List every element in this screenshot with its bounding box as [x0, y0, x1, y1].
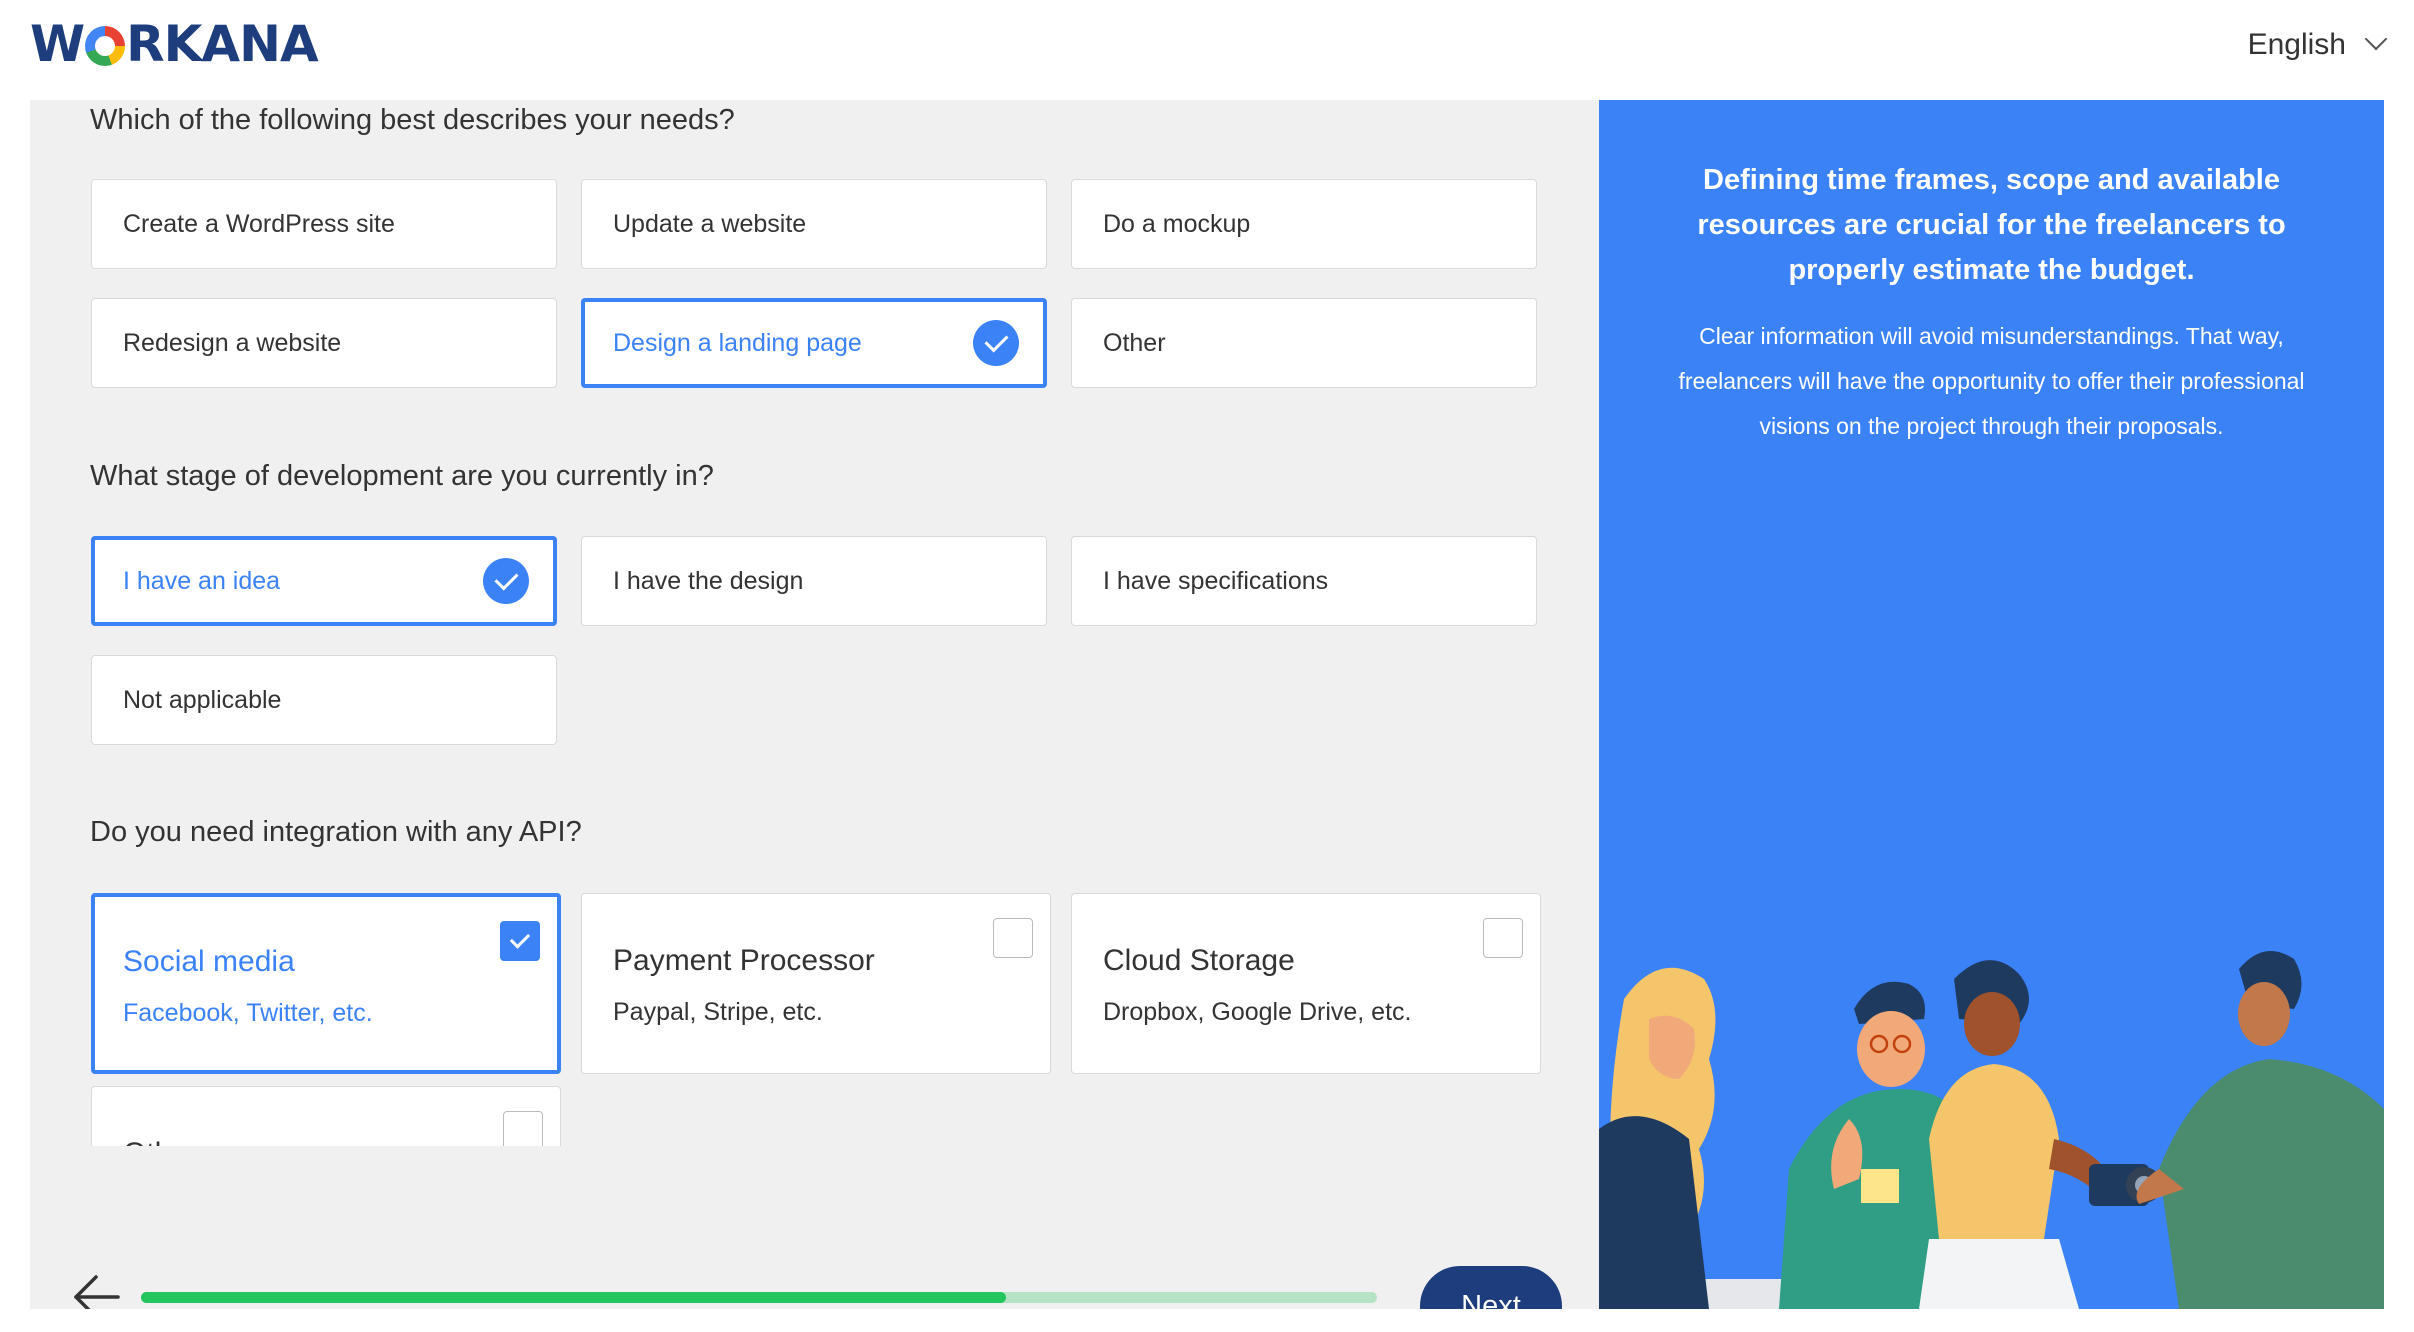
form-navigation: Next: [30, 1146, 1599, 1309]
option-design-landing-page[interactable]: Design a landing page: [581, 298, 1047, 388]
option-label: I have the design: [613, 566, 804, 595]
api-option-subtitle: Paypal, Stripe, etc.: [613, 998, 823, 1026]
logo-ring-icon: [85, 26, 126, 66]
arrow-left-icon[interactable]: [70, 1271, 122, 1309]
info-body: Clear information will avoid misundersta…: [1678, 323, 2305, 439]
api-option-subtitle: Facebook, Twitter, etc.: [123, 999, 373, 1027]
info-panel: Defining time frames, scope and availabl…: [1599, 100, 2384, 1309]
language-selector[interactable]: English: [2247, 27, 2388, 62]
option-do-mockup[interactable]: Do a mockup: [1071, 179, 1537, 269]
team-illustration: [1599, 951, 2384, 1309]
api-option-title: Social media: [123, 945, 295, 978]
api-option-payment-processor[interactable]: Payment Processor Paypal, Stripe, etc.: [581, 893, 1051, 1074]
checkbox-checked-icon[interactable]: [500, 921, 540, 961]
option-label: Other: [1103, 328, 1166, 357]
option-label: Design a landing page: [613, 328, 862, 357]
option-not-applicable[interactable]: Not applicable: [91, 655, 557, 745]
progress-bar: [141, 1292, 1377, 1303]
option-label: I have specifications: [1103, 566, 1329, 595]
checkbox-icon[interactable]: [503, 1111, 543, 1151]
top-bar: W RKANA English: [0, 0, 2414, 100]
option-have-design[interactable]: I have the design: [581, 536, 1047, 626]
form-panel: Which of the following best describes yo…: [30, 100, 1599, 1309]
api-option-subtitle: Dropbox, Google Drive, etc.: [1103, 998, 1412, 1026]
api-option-social-media[interactable]: Social media Facebook, Twitter, etc.: [91, 893, 561, 1074]
workana-logo[interactable]: W RKANA: [30, 18, 319, 70]
api-option-title: Payment Processor: [613, 944, 875, 977]
option-label: Do a mockup: [1103, 209, 1251, 238]
check-circle-icon: [483, 558, 529, 604]
progress-fill: [141, 1292, 1007, 1303]
option-other-needs[interactable]: Other: [1071, 298, 1537, 388]
option-label: Redesign a website: [123, 328, 342, 357]
question-api-title: Do you need integration with any API?: [90, 816, 582, 848]
option-label: Not applicable: [123, 685, 282, 714]
api-option-title: Cloud Storage: [1103, 944, 1295, 977]
option-label: Create a WordPress site: [123, 209, 395, 238]
language-label: English: [2247, 28, 2346, 61]
option-have-idea[interactable]: I have an idea: [91, 536, 557, 626]
checkbox-icon[interactable]: [993, 918, 1033, 958]
option-update-website[interactable]: Update a website: [581, 179, 1047, 269]
question-needs-title: Which of the following best describes yo…: [90, 104, 735, 136]
api-option-cloud-storage[interactable]: Cloud Storage Dropbox, Google Drive, etc…: [1071, 893, 1541, 1074]
option-create-wordpress[interactable]: Create a WordPress site: [91, 179, 557, 269]
option-label: Update a website: [613, 209, 807, 238]
next-button[interactable]: Next: [1420, 1266, 1562, 1309]
option-have-specifications[interactable]: I have specifications: [1071, 536, 1537, 626]
chevron-down-icon: [2364, 27, 2388, 51]
question-stage-title: What stage of development are you curren…: [90, 460, 714, 492]
checkbox-icon[interactable]: [1483, 918, 1523, 958]
info-title: Defining time frames, scope and availabl…: [1697, 164, 2286, 286]
check-circle-icon: [973, 320, 1019, 366]
option-label: I have an idea: [123, 566, 281, 595]
option-redesign-website[interactable]: Redesign a website: [91, 298, 557, 388]
